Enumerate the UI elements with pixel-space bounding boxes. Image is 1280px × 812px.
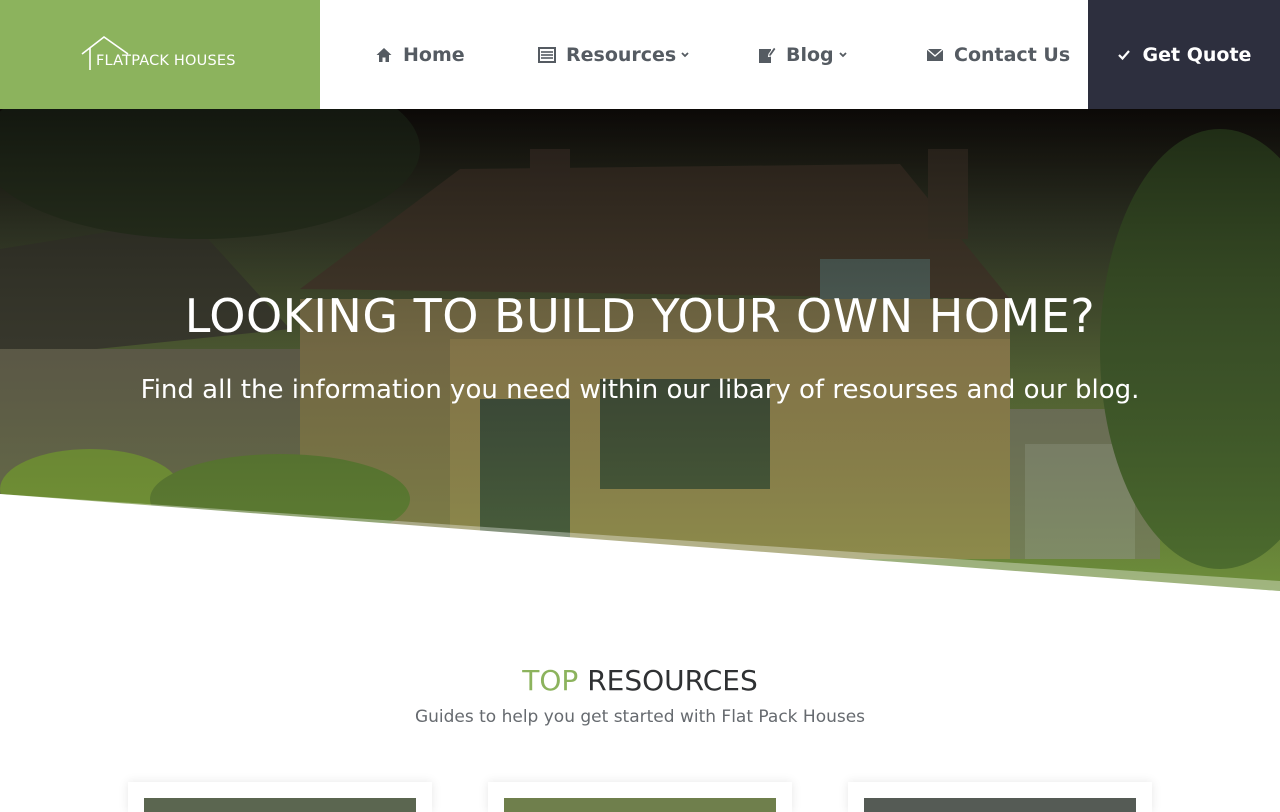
nav-home[interactable]: Home <box>375 0 465 109</box>
resource-card[interactable] <box>848 782 1152 812</box>
nav-home-label: Home <box>403 43 465 66</box>
edit-icon <box>758 45 776 64</box>
hero-background-image <box>0 109 1280 594</box>
top-resources-heading: TOP RESOURCES <box>0 664 1280 697</box>
nav-contact-label: Contact Us <box>954 43 1071 66</box>
nav-blog[interactable]: Blog <box>758 0 848 109</box>
top-resources-subtitle: Guides to help you get started with Flat… <box>414 707 866 727</box>
home-icon <box>375 46 393 64</box>
main-nav: Home Resources Blog Contact Us <box>320 0 1088 109</box>
heading-accent: TOP <box>522 664 579 697</box>
nav-resources-label: Resources <box>566 43 677 66</box>
list-icon <box>538 46 556 64</box>
nav-blog-label: Blog <box>786 43 834 66</box>
resource-card[interactable] <box>488 782 792 812</box>
check-icon <box>1117 49 1131 61</box>
site-logo[interactable]: FLATPACK HOUSES <box>0 0 320 109</box>
get-quote-label: Get Quote <box>1142 43 1252 66</box>
chevron-down-icon <box>680 51 690 59</box>
resource-card[interactable] <box>128 782 432 812</box>
hero-banner: LOOKING TO BUILD YOUR OWN HOME? Find all… <box>0 109 1280 594</box>
resource-card-image <box>864 798 1136 812</box>
chevron-down-icon <box>838 51 848 59</box>
hero-subtitle: Find all the information you need within… <box>140 375 1140 405</box>
get-quote-button[interactable]: Get Quote <box>1088 0 1280 109</box>
nav-contact[interactable]: Contact Us <box>926 0 1070 109</box>
hero-title: LOOKING TO BUILD YOUR OWN HOME? <box>184 289 1096 343</box>
heading-rest: RESOURCES <box>587 664 758 697</box>
envelope-icon <box>926 46 944 64</box>
logo-text: FLATPACK HOUSES <box>96 53 236 69</box>
nav-resources[interactable]: Resources <box>538 0 690 109</box>
site-header: FLATPACK HOUSES Home Resources Blog Cont… <box>0 0 1280 109</box>
resource-card-image <box>144 798 416 812</box>
resource-card-image <box>504 798 776 812</box>
